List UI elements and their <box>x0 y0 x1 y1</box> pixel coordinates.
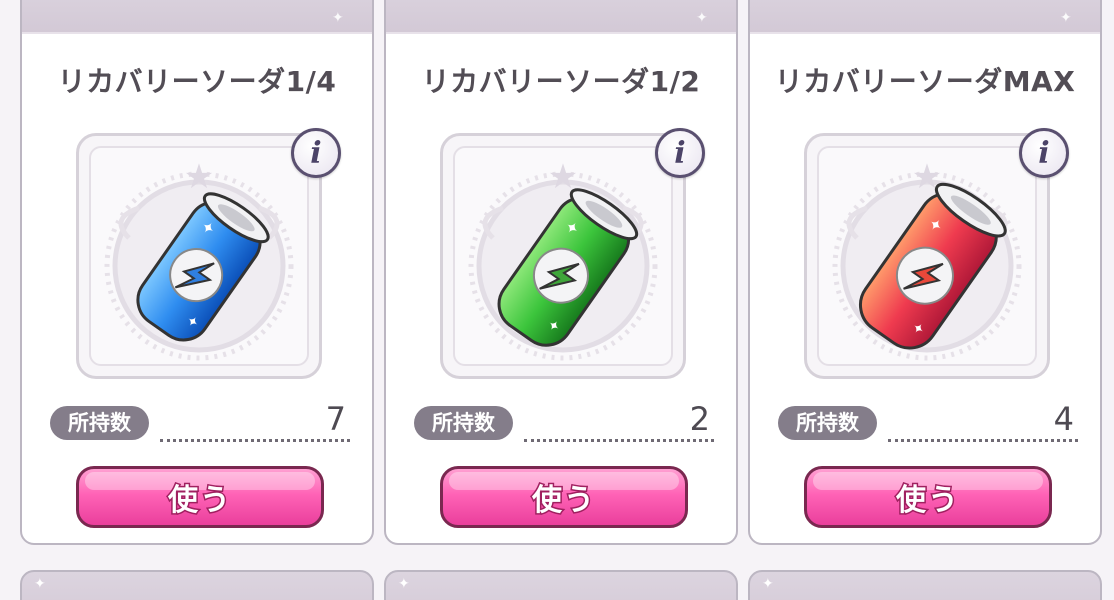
dotted-line <box>524 439 714 442</box>
item-card: ✦ ✦ リカバリーソーダ1/4 ★ ✦ ✦ <box>20 0 374 545</box>
sparkle-icon: ✦ <box>34 576 46 592</box>
item-icon-frame[interactable]: ★ ✦ ✦ <box>440 133 686 379</box>
item-card-next-row: ✦ <box>20 570 374 600</box>
info-button[interactable]: i <box>655 128 705 178</box>
svg-text:★: ★ <box>184 157 214 197</box>
item-card: ✦ ✦ リカバリーソーダMAX ★ ✦ ✦ <box>748 0 1102 545</box>
owned-count: 7 <box>325 400 346 438</box>
card-header: ✦ ✦ <box>22 0 372 34</box>
item-card: ✦ ✦ リカバリーソーダ1/2 ★ ✦ ✦ <box>384 0 738 545</box>
sparkle-icon: ✦ <box>398 576 410 592</box>
sparkle-icon: ✦ <box>332 10 344 26</box>
item-list: ✦ ✦ リカバリーソーダ1/4 ★ ✦ ✦ <box>0 0 1114 600</box>
use-button[interactable]: 使う <box>76 466 324 528</box>
item-name: リカバリーソーダ1/2 <box>421 65 701 98</box>
info-button[interactable]: i <box>291 128 341 178</box>
soda-can-icon: ★ ✦ ✦ <box>468 157 658 361</box>
soda-can-icon: ★ ✦ ✦ <box>832 157 1022 361</box>
item-card-next-row: ✦ <box>384 570 738 600</box>
item-icon-frame[interactable]: ★ ✦ ✦ <box>804 133 1050 379</box>
owned-count-row: 所持数 2 <box>414 400 714 446</box>
owned-label: 所持数 <box>414 406 513 440</box>
item-name: リカバリーソーダ1/4 <box>57 65 337 98</box>
dotted-line <box>160 439 350 442</box>
use-button[interactable]: 使う <box>804 466 1052 528</box>
soda-can-icon: ★ ✦ ✦ <box>104 157 294 361</box>
sparkle-icon: ✦ <box>762 576 774 592</box>
owned-count: 2 <box>689 400 710 438</box>
owned-count: 4 <box>1053 400 1074 438</box>
use-button-label: 使う <box>895 482 960 520</box>
owned-count-row: 所持数 7 <box>50 400 350 446</box>
card-header: ✦ ✦ <box>750 0 1100 34</box>
dotted-line <box>888 439 1078 442</box>
card-header: ✦ ✦ <box>386 0 736 34</box>
use-button-label: 使う <box>167 482 232 520</box>
info-button[interactable]: i <box>1019 128 1069 178</box>
owned-label: 所持数 <box>50 406 149 440</box>
use-button-label: 使う <box>531 482 596 520</box>
owned-count-row: 所持数 4 <box>778 400 1078 446</box>
item-card-next-row: ✦ <box>748 570 1102 600</box>
item-name: リカバリーソーダMAX <box>774 65 1076 98</box>
use-button[interactable]: 使う <box>440 466 688 528</box>
sparkle-icon: ✦ <box>696 10 708 26</box>
sparkle-icon: ✦ <box>1060 10 1072 26</box>
item-icon-frame[interactable]: ★ ✦ ✦ <box>76 133 322 379</box>
owned-label: 所持数 <box>778 406 877 440</box>
